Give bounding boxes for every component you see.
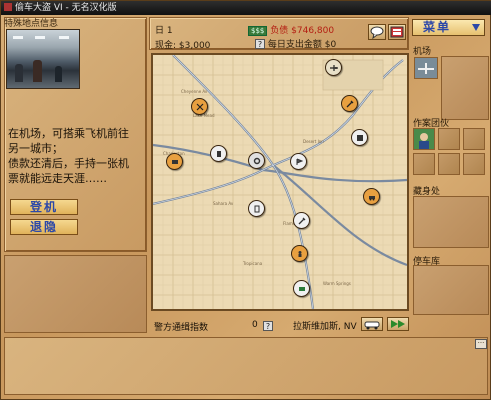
messages-button[interactable]	[368, 24, 386, 40]
street-map: Cheyenne Av Lake Mead Charleston Sahara …	[153, 55, 407, 309]
hideout-panel[interactable]	[413, 196, 489, 248]
debt-label: 负债	[270, 26, 289, 36]
cash-label: 现金	[155, 41, 174, 51]
crew-slot-6[interactable]	[463, 153, 485, 175]
tool-icon	[196, 103, 204, 111]
day-label: 日	[155, 26, 165, 36]
svg-text:Sahara Av: Sahara Av	[213, 201, 234, 206]
shop-pin-10[interactable]	[293, 212, 310, 229]
crew-slot-5[interactable]	[438, 153, 460, 175]
day-display: 日 1	[155, 23, 173, 36]
crew-slot-1[interactable]	[413, 128, 435, 150]
police-wanted-value: 0	[252, 320, 258, 330]
airport-panel	[441, 56, 489, 120]
daily-expense-label: 每日支出金额	[267, 40, 322, 50]
crew-slot-4[interactable]	[413, 153, 435, 175]
board-plane-button[interactable]: 登机	[10, 199, 78, 215]
message-panel	[4, 337, 488, 395]
airport-pin[interactable]	[325, 59, 342, 76]
airport-label: 机场	[413, 47, 432, 57]
debt-value: $746,800	[291, 26, 335, 36]
svg-text:Cheyenne Av: Cheyenne Av	[181, 89, 208, 94]
shop-pin-3[interactable]	[351, 129, 368, 146]
cash-display: 现金: $3,000	[155, 41, 211, 51]
shop-pin-6[interactable]	[290, 153, 307, 170]
doc-icon	[254, 205, 260, 213]
description-line: 债款还清后，手持一张机	[8, 157, 129, 170]
money-icon	[299, 287, 305, 291]
location-info-header: 特殊地点信息	[4, 19, 59, 29]
wrench-icon	[298, 217, 306, 225]
shop-pin-12[interactable]	[293, 280, 310, 297]
svg-text:Warm Springs: Warm Springs	[323, 281, 351, 286]
help-icon[interactable]: ?	[255, 39, 265, 49]
phone-icon	[217, 151, 221, 157]
cash-icon	[172, 160, 178, 164]
description-line: 票就能远走天涯……	[8, 172, 107, 185]
airport-slot[interactable]	[414, 57, 438, 79]
crew-slot-2[interactable]	[438, 128, 460, 150]
game-window: 偷车大盗 VI - 无名汉化版 特殊地点信息 在机场，可搭乘飞机前往 另一城市；…	[0, 0, 491, 400]
gear-icon	[253, 157, 261, 165]
car-icon	[364, 321, 380, 330]
garage-panel[interactable]	[413, 265, 489, 315]
city-map[interactable]: Cheyenne Av Lake Mead Charleston Sahara …	[151, 53, 409, 311]
shop-pin-2[interactable]	[191, 98, 208, 115]
app-icon	[4, 3, 12, 11]
shop-pin-5[interactable]	[248, 152, 265, 169]
shop-pin-11[interactable]	[291, 245, 308, 262]
avatar	[414, 129, 434, 149]
daily-expense-value: $0	[324, 40, 337, 50]
cash-value: $3,000	[178, 41, 211, 51]
car-select-button[interactable]	[361, 317, 383, 331]
shop-pin-1[interactable]	[341, 95, 358, 112]
current-city: 拉斯维加斯, NV	[293, 322, 357, 332]
news-button[interactable]	[388, 24, 406, 40]
shop-pin-9[interactable]	[248, 200, 265, 217]
chevron-down-icon	[472, 24, 480, 31]
debt-display: $$$ 负债 $746,800	[248, 23, 334, 36]
shop-pin-4[interactable]	[210, 145, 227, 162]
fast-forward-button[interactable]	[387, 317, 409, 331]
svg-text:Desert Inn: Desert Inn	[303, 139, 324, 144]
bill-icon: $$$	[248, 26, 268, 36]
menu-label: 菜单	[423, 20, 452, 34]
car-icon	[369, 196, 375, 201]
police-wanted-label: 警方通缉指数	[154, 323, 209, 333]
crew-slot-3[interactable]	[463, 128, 485, 150]
shop-pin-8[interactable]	[363, 188, 380, 205]
window-title: 偷车大盗 VI - 无名汉化版	[15, 3, 117, 13]
newspaper-icon	[390, 26, 404, 38]
person-icon	[298, 251, 302, 257]
fast-forward-icon	[391, 320, 405, 328]
shop-pin-7[interactable]	[166, 153, 183, 170]
description-line: 在机场，可搭乘飞机前往	[8, 127, 129, 140]
help-icon[interactable]: ?	[263, 321, 273, 331]
plane-icon	[415, 58, 437, 78]
main-menu-button[interactable]: 菜单	[412, 19, 485, 36]
left-lower-panel	[4, 255, 147, 333]
more-button[interactable]: ···	[475, 339, 487, 349]
description-line: 另一城市；	[8, 142, 63, 155]
wrench-icon	[346, 100, 354, 108]
building-icon	[357, 135, 363, 141]
retire-button[interactable]: 退隐	[10, 219, 78, 235]
title-bar: 偷车大盗 VI - 无名汉化版	[1, 1, 491, 15]
plane-icon	[330, 65, 338, 71]
airport-photo	[6, 29, 80, 89]
speech-bubble-icon	[370, 26, 384, 40]
day-value: 1	[166, 26, 173, 36]
flag-icon	[296, 158, 303, 165]
daily-expense-display: ? 每日支出金额 $0	[255, 37, 336, 50]
location-description: 在机场，可搭乘飞机前往 另一城市； 债款还清后，手持一张机 票就能远走天涯……	[8, 126, 146, 186]
svg-text:Tropicana: Tropicana	[242, 261, 263, 266]
